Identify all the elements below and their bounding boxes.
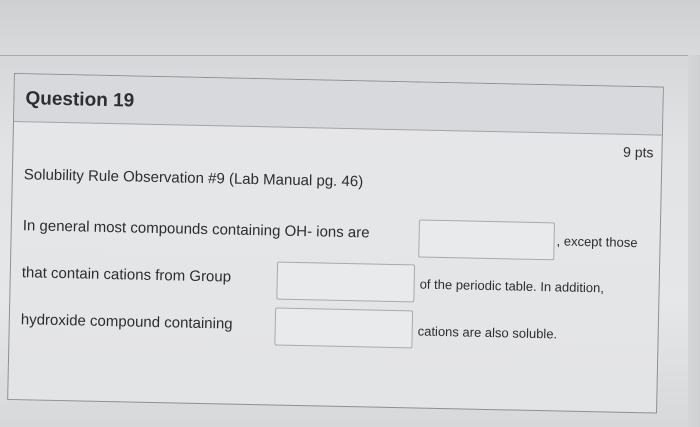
answer-blank-2[interactable] [276, 261, 416, 303]
prompt-line-1-suffix: , except those [556, 233, 638, 251]
previous-question-card: ... [0, 0, 700, 56]
points-label: 9 pts [622, 143, 654, 161]
observation-text: Solubility Rule Observation #9 (Lab Manu… [23, 166, 364, 191]
prompt-line-1: In general most compounds containing OH-… [22, 217, 370, 242]
question-card: Question 19 9 pts Solubility Rule Observ… [7, 73, 664, 414]
prompt-line-3-suffix: cations are also soluble. [417, 323, 558, 342]
answer-blank-3[interactable] [274, 307, 414, 349]
quiz-page: ... Question 19 9 pts Solubility Rule Ob… [0, 0, 700, 427]
prompt-line-2-suffix: of the periodic table. In addition, [419, 276, 605, 296]
prompt-line-3: hydroxide compound containing [20, 311, 233, 333]
question-header: Question 19 [13, 74, 663, 136]
question-title: Question 19 [25, 88, 135, 112]
prompt-line-2: that contain cations from Group [21, 264, 232, 286]
page-edge [688, 55, 700, 427]
answer-blank-1[interactable] [418, 219, 555, 261]
